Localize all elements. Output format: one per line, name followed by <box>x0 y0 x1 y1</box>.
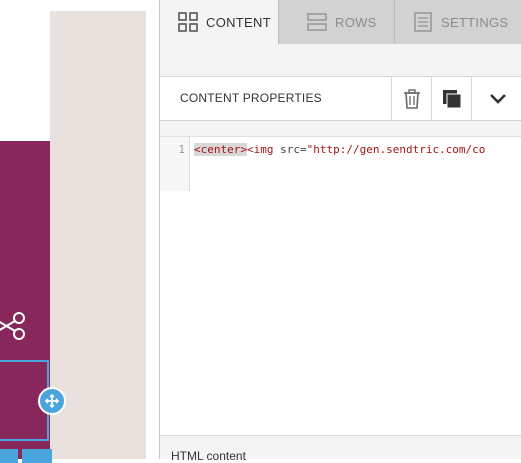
code-line[interactable]: <center><img src="http://gen.sendtric.co… <box>194 143 485 156</box>
code-token-tag: <center> <box>194 143 247 156</box>
rows-icon <box>307 13 327 31</box>
html-content-label: HTML content <box>171 449 246 463</box>
move-handle[interactable] <box>38 387 66 415</box>
tab-settings[interactable]: SETTINGS <box>394 0 521 44</box>
line-number: 1 <box>178 143 185 156</box>
settings-icon <box>414 12 432 32</box>
tab-label: CONTENT <box>206 14 271 30</box>
row-tool-button[interactable] <box>0 449 18 463</box>
content-properties-header: CONTENT PROPERTIES <box>160 76 521 121</box>
duplicate-icon <box>443 89 462 108</box>
chevron-down-icon <box>489 93 506 104</box>
tab-label: ROWS <box>335 14 377 30</box>
code-token-string: "http://gen.sendtric.com/co <box>306 143 486 156</box>
scissors-icon <box>0 312 25 340</box>
tab-content[interactable]: CONTENT <box>160 0 278 44</box>
content-properties-title: CONTENT PROPERTIES <box>180 91 322 105</box>
collapse-button[interactable] <box>471 77 521 120</box>
trash-icon <box>404 88 420 109</box>
row-tool-button[interactable] <box>22 449 52 463</box>
code-token-tag: <img <box>246 143 274 156</box>
tab-rows[interactable]: ROWS <box>278 0 394 44</box>
delete-button[interactable] <box>391 77 432 120</box>
html-code-editor[interactable]: 1 <center><img src="http://gen.sendtric.… <box>160 136 521 436</box>
grid-icon <box>178 12 198 32</box>
tab-bar: CONTENT ROWS SETTINGS <box>160 0 521 44</box>
duplicate-button[interactable] <box>431 77 472 120</box>
canvas-background-strip <box>50 11 146 459</box>
tab-label: SETTINGS <box>441 14 509 30</box>
sidebar-panel: CONTENT ROWS SETTINGS CONTENT PROPERTIES <box>159 0 521 463</box>
move-icon <box>45 394 59 408</box>
line-gutter: 1 <box>160 137 190 191</box>
code-token-attr: src= <box>273 143 307 156</box>
